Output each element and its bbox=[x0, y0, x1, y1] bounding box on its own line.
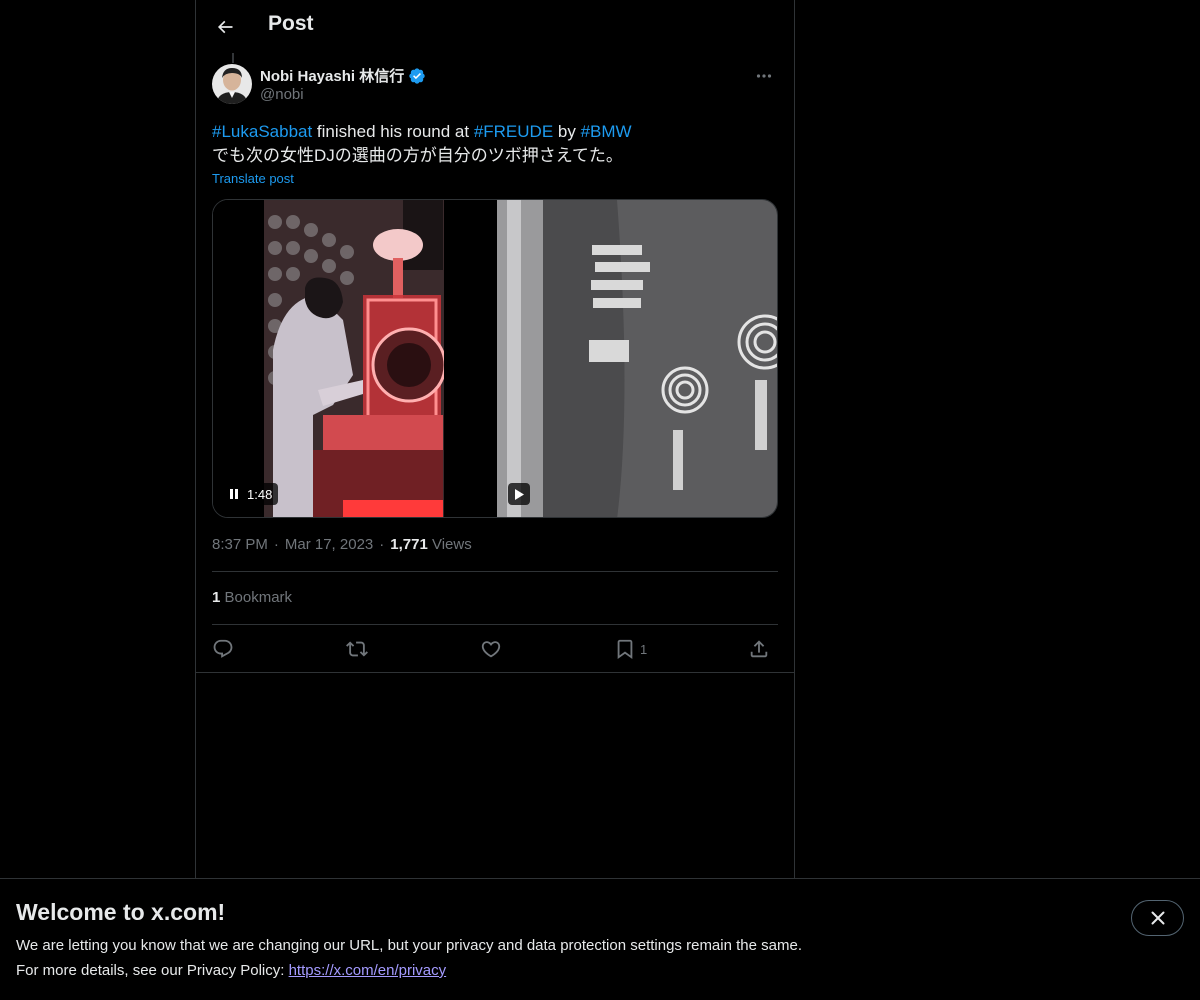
video-2-controls[interactable] bbox=[508, 483, 530, 505]
more-icon bbox=[756, 74, 772, 78]
banner-details-text: For more details, see our Privacy Policy… bbox=[16, 962, 289, 979]
video-frame-dj bbox=[213, 200, 495, 517]
pause-icon bbox=[230, 489, 238, 499]
share-button[interactable] bbox=[748, 632, 770, 666]
close-icon bbox=[1151, 911, 1164, 925]
reply-button[interactable] bbox=[212, 632, 234, 666]
post-bottom-border bbox=[196, 672, 794, 673]
divider bbox=[212, 624, 778, 625]
post-text-segment: finished his round at bbox=[312, 122, 474, 141]
video-duration: 1:48 bbox=[247, 486, 273, 502]
hashtag-link[interactable]: #FREUDE bbox=[474, 122, 553, 141]
back-button[interactable] bbox=[208, 10, 242, 44]
retweet-icon bbox=[346, 641, 368, 657]
post-text-segment: by bbox=[553, 122, 581, 141]
share-icon bbox=[750, 640, 768, 658]
post-author: Nobi Hayashi 林信行 @nobi bbox=[212, 64, 778, 106]
banner-title: Welcome to x.com! bbox=[16, 899, 226, 925]
views-label: Views bbox=[431, 536, 472, 553]
bookmark-icon bbox=[617, 639, 633, 660]
bookmarks-label: Bookmark bbox=[224, 589, 293, 606]
repost-button[interactable] bbox=[346, 632, 368, 666]
header: Post bbox=[196, 0, 794, 53]
post-meta: 8:37 PM · Mar 17, 2023 · 1,771 Views bbox=[212, 536, 472, 553]
name-row: Nobi Hayashi 林信行 bbox=[260, 65, 426, 86]
thread-connector bbox=[232, 53, 234, 63]
primary-column: Post Nobi Hayashi 林信行 @nobi #LukaSabbat … bbox=[195, 0, 795, 1000]
video-1-controls[interactable]: 1:48 bbox=[223, 483, 279, 505]
banner-message: We are letting you know that we are chan… bbox=[16, 937, 802, 954]
views-count: 1,771 bbox=[390, 536, 428, 553]
post-text-line-1: #LukaSabbat finished his round at #FREUD… bbox=[212, 120, 778, 144]
banner-details: For more details, see our Privacy Policy… bbox=[16, 962, 446, 979]
url-change-banner: Welcome to x.com! We are letting you kno… bbox=[0, 878, 1200, 1000]
post-time[interactable]: 8:37 PM bbox=[212, 536, 268, 553]
post-text: #LukaSabbat finished his round at #FREUD… bbox=[212, 120, 778, 168]
views: 1,771 Views bbox=[390, 536, 471, 553]
bookmarks-summary[interactable]: 1 Bookmark bbox=[212, 589, 292, 606]
video-frame-jacket bbox=[497, 200, 777, 517]
page-title: Post bbox=[268, 12, 314, 35]
post-date[interactable]: Mar 17, 2023 bbox=[285, 536, 373, 553]
translate-post-link[interactable]: Translate post bbox=[212, 171, 294, 186]
video-player-1[interactable]: 1:48 bbox=[213, 200, 495, 517]
privacy-policy-link[interactable]: https://x.com/en/privacy bbox=[289, 962, 447, 979]
bookmark-count: 1 bbox=[640, 641, 648, 657]
video-player-2[interactable] bbox=[495, 200, 777, 517]
meta-separator: · bbox=[273, 536, 279, 553]
media-grid: 1:48 bbox=[212, 199, 778, 518]
verified-badge-icon bbox=[408, 67, 426, 85]
handle[interactable]: @nobi bbox=[260, 86, 304, 103]
divider bbox=[212, 571, 778, 572]
hashtag-link[interactable]: #LukaSabbat bbox=[212, 122, 312, 141]
bookmarks-count: 1 bbox=[212, 589, 221, 606]
like-button[interactable] bbox=[480, 632, 502, 666]
more-options-button[interactable] bbox=[750, 64, 778, 88]
display-name[interactable]: Nobi Hayashi 林信行 bbox=[260, 65, 404, 86]
meta-separator: · bbox=[379, 536, 385, 553]
arrow-left-icon bbox=[217, 20, 233, 34]
bookmark-button[interactable]: 1 bbox=[614, 632, 647, 666]
play-icon bbox=[515, 488, 524, 500]
avatar-image bbox=[212, 64, 252, 104]
hashtag-link[interactable]: #BMW bbox=[581, 122, 632, 141]
avatar[interactable] bbox=[212, 64, 252, 104]
banner-close-button[interactable] bbox=[1131, 900, 1184, 936]
post-text-line-2: でも次の女性DJの選曲の方が自分のツボ押さえてた。 bbox=[212, 146, 623, 165]
post-actions: 1 bbox=[212, 632, 778, 666]
reply-icon bbox=[213, 639, 233, 658]
heart-icon bbox=[481, 641, 501, 658]
